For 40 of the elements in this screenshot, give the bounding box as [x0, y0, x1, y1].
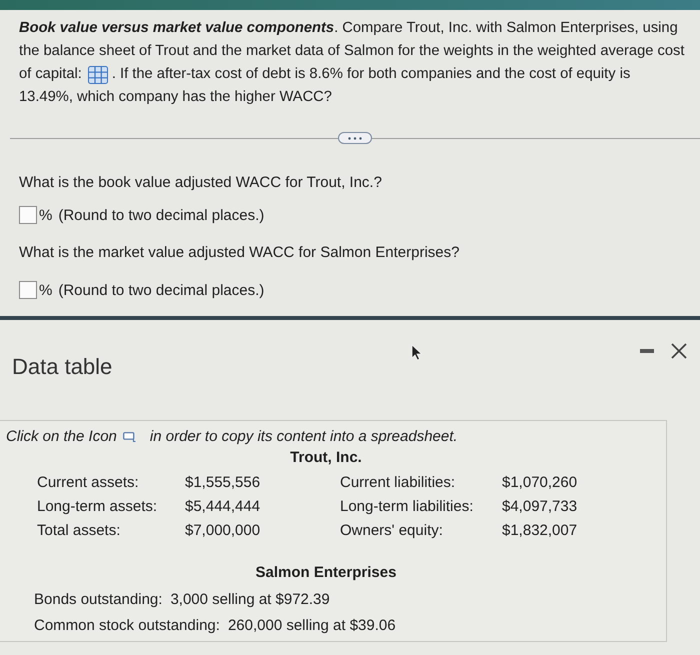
table-label: Long-term assets: [37, 497, 158, 517]
instruction-text: Click on the Icon [6, 428, 117, 446]
table-value: $1,832,007 [502, 521, 578, 541]
table-grid-icon[interactable] [88, 66, 108, 84]
table-label: Current assets: [37, 473, 139, 493]
question-text: What is the market value adjusted WACC for Salmon Enterprises? [19, 243, 460, 263]
company-heading: Trout, Inc. [290, 449, 362, 466]
table-value: 3,000 selling at $972.39 [170, 590, 330, 610]
table-value: 260,000 selling at $39.06 [228, 616, 396, 636]
unit-label: % [39, 282, 52, 298]
table-value: $4,097,733 [502, 497, 578, 517]
company-heading: Salmon Enterprises [256, 564, 396, 581]
copy-icon[interactable] [122, 432, 136, 442]
close-icon [671, 343, 687, 359]
table-label: Long-term liabilities: [340, 497, 474, 517]
expand-button[interactable] [338, 132, 372, 144]
table-label: Bonds outstanding: [34, 590, 162, 610]
table-label: Current liabilities: [340, 473, 456, 493]
hint-text: (Round to two decimal places.) [58, 206, 264, 224]
answer-box[interactable] [19, 206, 37, 224]
table-value: $1,070,260 [502, 473, 578, 493]
minimize-icon [640, 349, 654, 353]
unit-label: % [39, 206, 52, 224]
instruction-text: in order to copy its content into a spreadsheet. [150, 428, 458, 446]
hint-text: (Round to two decimal places.) [58, 282, 264, 298]
table-value: $7,000,000 [185, 521, 260, 541]
table-value: $1,555,556 [185, 473, 260, 493]
question-text: What is the book value adjusted WACC for Trout, Inc.? [19, 173, 382, 193]
table-label: Common stock outstanding: [34, 616, 220, 636]
table-label: Owners' equity: [340, 521, 443, 541]
problem-text: of capital: [19, 65, 82, 84]
problem-text: 13.49%, which company has the higher WACC? [19, 88, 332, 107]
table-label: Total assets: [37, 521, 120, 541]
cursor-icon [411, 344, 423, 361]
table-value: $5,444,444 [185, 497, 260, 517]
problem-text: . If the after-tax cost of debt is 8.6% for both companies and the cost of equity is [112, 65, 630, 84]
ellipsis-icon [348, 136, 362, 140]
answer-box[interactable] [19, 281, 37, 299]
dialog-title: Data table [12, 354, 112, 380]
close-button[interactable] [670, 342, 688, 360]
